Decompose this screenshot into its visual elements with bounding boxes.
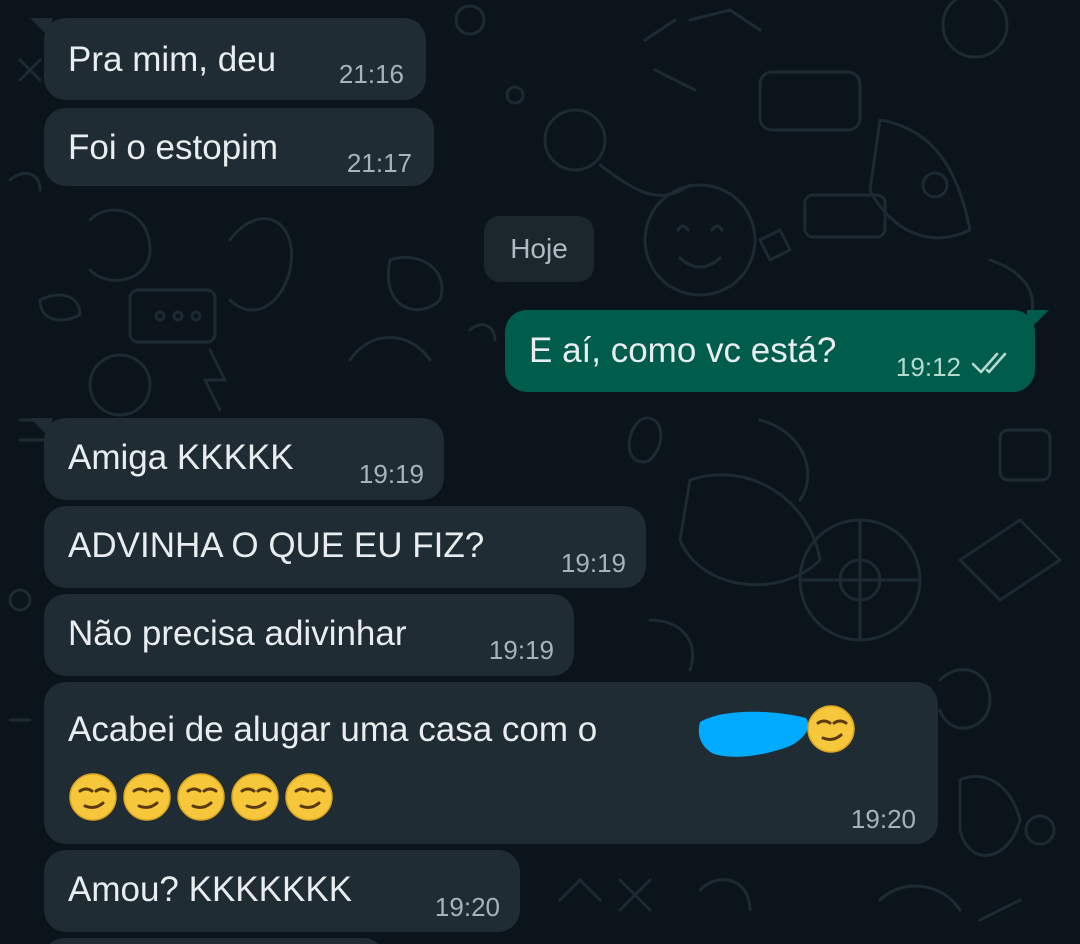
message-time: 19:19: [488, 635, 554, 665]
redaction-mark: [698, 711, 809, 757]
smirk-emoji-icon: [807, 705, 855, 753]
incoming-message[interactable]: Foi o estopim 21:17: [44, 108, 434, 186]
message-time: 19:20: [434, 892, 500, 922]
incoming-message[interactable]: Acabei de alugar uma casa com o 19:20: [44, 682, 938, 844]
smirk-emoji-icon: [285, 773, 333, 821]
message-time: 21:16: [338, 59, 404, 89]
emoji-line: [68, 772, 334, 822]
double-check-icon: [971, 352, 1007, 374]
smirk-emoji-icon: [231, 773, 279, 821]
incoming-message[interactable]: Amou? KKKKKKK 19:20: [44, 850, 520, 932]
message-time: 19:19: [560, 548, 626, 578]
outgoing-message[interactable]: E aí, como vc está? 19:12: [505, 310, 1049, 392]
bubble-tail: [30, 418, 52, 440]
message-text: Amiga KKKKK: [68, 438, 294, 477]
smirk-emoji-icon: [69, 773, 117, 821]
chat-conversation: Pra mim, deu 21:16 Foi o estopim 21:17 H…: [0, 0, 1080, 944]
date-separator: Hoje: [484, 216, 594, 282]
message-text: Foi o estopim: [68, 128, 279, 167]
message-time: 21:17: [346, 148, 412, 178]
smirk-emoji-icon: [123, 773, 171, 821]
message-time: 19:12: [895, 352, 961, 382]
message-text: Acabei de alugar uma casa com o: [68, 710, 598, 749]
message-text: Amou? KKKKKKK: [68, 870, 353, 909]
bubble-tail: [1027, 310, 1049, 332]
incoming-message-partial[interactable]: [44, 938, 384, 944]
message-text: Pra mim, deu: [68, 40, 277, 79]
incoming-message[interactable]: Amiga KKKKK 19:19: [30, 418, 444, 500]
incoming-message[interactable]: ADVINHA O QUE EU FIZ? 19:19: [44, 506, 646, 588]
message-text: Não precisa adivinhar: [68, 614, 407, 653]
message-text: E aí, como vc está?: [529, 331, 837, 370]
smirk-emoji-icon: [177, 773, 225, 821]
message-time: 19:20: [850, 804, 916, 834]
bubble-tail: [30, 18, 52, 40]
incoming-message[interactable]: Pra mim, deu 21:16: [30, 18, 426, 100]
message-time: 19:19: [358, 459, 424, 489]
message-text: ADVINHA O QUE EU FIZ?: [68, 526, 485, 565]
incoming-message[interactable]: Não precisa adivinhar 19:19: [44, 594, 574, 676]
